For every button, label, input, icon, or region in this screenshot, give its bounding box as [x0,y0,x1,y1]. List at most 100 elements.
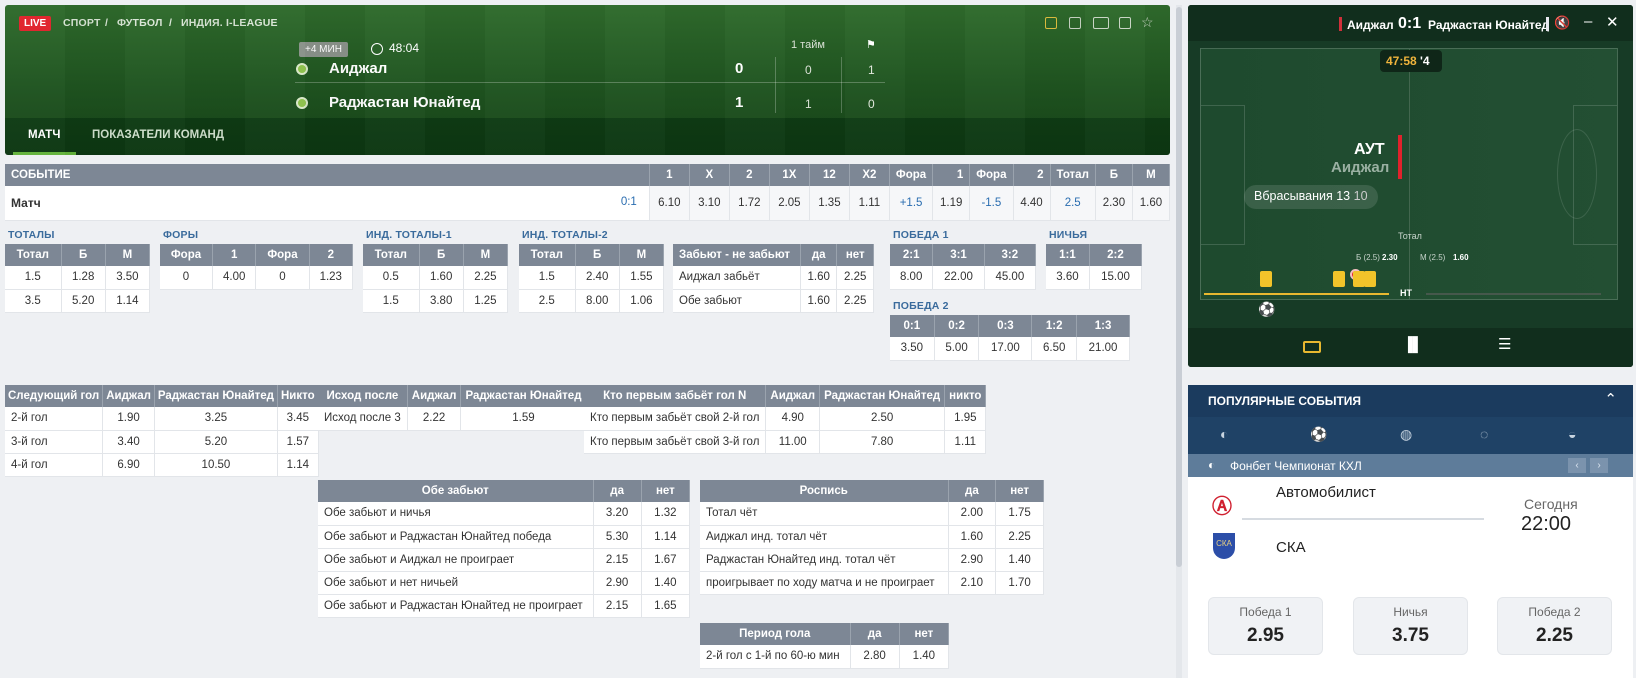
odd-cell[interactable]: 3.80 [419,289,464,313]
scrollbar[interactable] [1176,5,1182,678]
tracker-under-odd[interactable]: 1.60 [1453,253,1469,262]
odd-cell[interactable]: 1.32 [641,502,691,526]
next-arrow-icon[interactable]: › [1590,458,1608,473]
odd-cell[interactable]: 1.60 [1132,186,1171,221]
odd-cell[interactable]: 3.20 [593,502,642,526]
hockey-icon[interactable]: ◐ [1220,426,1228,442]
odd-cell[interactable]: 2.90 [593,571,642,595]
odd-cell[interactable]: 1.70 [995,571,1044,595]
odd-cell[interactable]: 2.05 [769,186,810,221]
odd-cell[interactable]: 15.00 [1089,266,1143,290]
odd-button-draw[interactable]: Ничья 3.75 [1353,597,1468,655]
tab-team-stats[interactable]: ПОКАЗАТЕЛИ КОМАНД [92,129,224,141]
tracker-over-odd[interactable]: 2.30 [1382,253,1398,262]
odd-button-win2[interactable]: Победа 2 2.25 [1497,597,1612,655]
odd-cell[interactable]: 7.80 [819,430,946,454]
odd-cell[interactable]: 1.55 [619,266,665,290]
odd-cell[interactable]: 1.14 [105,289,151,313]
odd-cell[interactable]: 4.40 [1013,186,1051,221]
odd-cell[interactable]: 2.00 [948,502,997,526]
odd-cell[interactable]: 2.80 [850,645,900,669]
breadcrumb-sport[interactable]: СПОРТ [63,17,101,29]
odd-cell[interactable]: 1.67 [641,548,691,572]
odd-cell[interactable]: 1.14 [277,453,319,477]
odd-cell[interactable]: 2.25 [995,525,1044,549]
odd-cell[interactable]: 1.57 [277,430,319,454]
odd-cell[interactable]: 11.00 [765,430,821,454]
odd-cell[interactable]: 1.11 [849,186,890,221]
odd-cell[interactable]: 10.50 [154,453,278,477]
odd-cell[interactable]: 5.30 [593,525,642,549]
odd-cell[interactable]: 6.50 [1031,337,1078,361]
cards-icon[interactable] [1045,17,1057,29]
odd-cell[interactable]: 1.23 [309,266,354,290]
odd-cell[interactable]: 2.50 [819,407,946,431]
stats-icon[interactable] [1069,17,1081,29]
odd-cell[interactable]: 5.20 [154,430,278,454]
odd-cell[interactable]: 1.35 [809,186,850,221]
odd-cell[interactable]: 1.11 [944,430,987,454]
star-icon[interactable]: ☆ [1141,14,1154,31]
close-icon[interactable]: ✕ [1606,13,1619,31]
odd-cell[interactable]: 2.15 [593,548,642,572]
odd-cell[interactable]: 1.60 [800,289,838,313]
odd-cell[interactable]: 1.40 [995,548,1044,572]
odd-cell[interactable]: 2.22 [407,407,462,431]
odd-button-win1[interactable]: Победа 1 2.95 [1208,597,1323,655]
odd-cell[interactable]: 4.00 [212,266,257,290]
football-icon[interactable]: ⚽ [1310,426,1327,443]
odd-cell[interactable]: 3.45 [277,407,319,431]
popular-team1[interactable]: Автомобилист [1276,484,1376,501]
tennis-icon[interactable]: ◒ [1568,426,1576,442]
odd-cell[interactable]: 22.00 [932,266,985,290]
odd-cell[interactable]: 1.40 [899,645,950,669]
odd-cell[interactable]: 2.25 [463,266,509,290]
mute-icon[interactable]: 🔇 [1554,15,1570,31]
odd-cell[interactable]: 2.40 [575,266,620,290]
odd-cell[interactable]: 1.60 [800,266,838,290]
odd-cell[interactable]: 1.28 [61,266,106,290]
league-bar[interactable]: ◐ Фонбет Чемпионат КХЛ ‹ › [1188,454,1633,477]
field-view-icon[interactable] [1303,341,1321,353]
odd-cell[interactable]: 3.40 [102,430,155,454]
breadcrumb-football[interactable]: ФУТБОЛ [117,17,163,29]
odd-cell[interactable]: 1.14 [641,525,691,549]
odd-cell[interactable]: 8.00 [890,266,934,290]
odd-cell[interactable]: 3.10 [689,186,730,221]
tab-match[interactable]: МАТЧ [28,129,60,141]
odd-cell[interactable]: 1.90 [102,407,155,431]
odd-cell[interactable]: 8.00 [575,289,620,313]
list-view-icon[interactable]: ☰ [1498,335,1511,353]
odd-cell[interactable]: 1.25 [463,289,509,313]
odd-cell[interactable]: 1.65 [641,594,691,618]
odd-cell[interactable]: 6.90 [102,453,155,477]
volleyball-icon[interactable]: ◌ [1480,426,1488,442]
popular-team2[interactable]: СКА [1276,539,1306,556]
odd-cell[interactable]: 1.60 [419,266,464,290]
odd-cell[interactable]: 2.90 [948,548,997,572]
odd-cell[interactable]: 3.25 [154,407,278,431]
scrollbar-thumb[interactable] [1176,7,1182,567]
minimize-icon[interactable]: – [1584,13,1592,30]
odd-cell[interactable]: 1.75 [995,502,1044,526]
prev-arrow-icon[interactable]: ‹ [1568,458,1586,473]
collapse-icon[interactable]: ⌃ [1604,390,1617,408]
odd-cell[interactable]: 45.00 [984,266,1037,290]
odd-cell[interactable]: 1.06 [619,289,665,313]
odd-cell[interactable]: 1.59 [460,407,587,431]
odd-cell[interactable]: 2.10 [948,571,997,595]
odd-cell[interactable]: 21.00 [1076,337,1130,361]
odd-cell[interactable]: 6.10 [649,186,690,221]
odd-cell[interactable]: 2.25 [836,266,874,290]
odd-cell[interactable]: 4.90 [765,407,821,431]
odd-cell[interactable]: 1.19 [932,186,971,221]
popular-header[interactable]: ПОПУЛЯРНЫЕ СОБЫТИЯ ⌃ [1188,385,1633,417]
odd-cell[interactable]: 2.15 [593,594,642,618]
odd-cell[interactable]: 3.50 [890,337,935,361]
odd-cell[interactable]: 2.30 [1095,186,1133,221]
field-icon[interactable] [1093,17,1109,29]
odd-cell[interactable]: 1.40 [641,571,691,595]
breadcrumb-league[interactable]: ИНДИЯ. I-LEAGUE [181,17,278,29]
odd-cell[interactable]: 3.50 [105,266,151,290]
event-cell[interactable]: Матч 0:1 [5,186,650,221]
